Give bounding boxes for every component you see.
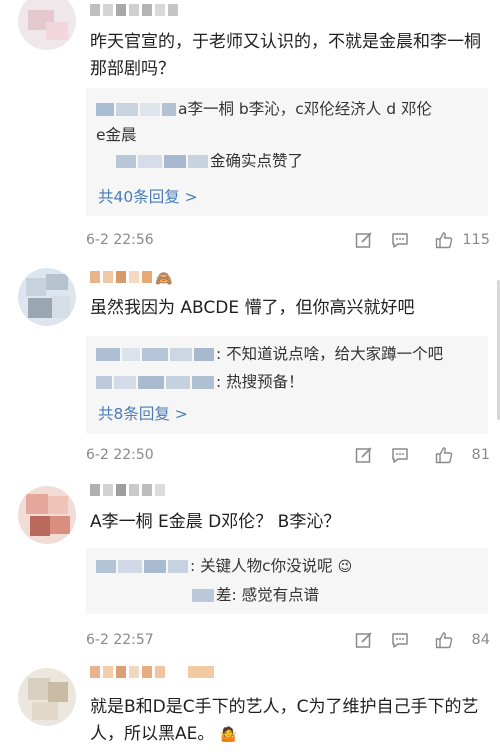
edit-icon[interactable] xyxy=(354,445,374,465)
reply-item[interactable]: : 热搜预备！ xyxy=(96,370,478,394)
username-blurred[interactable] xyxy=(116,155,136,168)
more-replies-link[interactable]: 共40条回复 > xyxy=(98,185,198,207)
smile-emoji-icon: 😉 xyxy=(337,559,353,575)
reply-box[interactable]: a李一桐 b李沁，c邓伦经济人 d 邓伦 e金晨 金确实点赞了 共40条回复 > xyxy=(86,88,488,216)
comment-footer: 6-2 22:57 84 xyxy=(86,628,490,652)
avatar[interactable] xyxy=(18,0,76,50)
comment-icon[interactable] xyxy=(390,630,410,650)
thumbs-up-icon[interactable] xyxy=(434,445,454,465)
username-blurred[interactable] xyxy=(192,589,214,602)
like-count: 81 xyxy=(471,447,490,463)
comment-footer: 6-2 22:50 81 xyxy=(86,443,490,467)
comment-text: 昨天官宣的，于老师又认识的，不就是金晨和李一桐那部剧吗？ xyxy=(90,32,481,79)
comment-text: 虽然我因为 ABCDE 懵了，但你高兴就好吧 xyxy=(90,298,415,318)
more-replies-link[interactable]: 共8条回复 > xyxy=(98,402,188,424)
avatar[interactable] xyxy=(18,486,76,544)
avatar[interactable] xyxy=(18,268,76,326)
edit-icon[interactable] xyxy=(354,230,374,250)
comment-icon[interactable] xyxy=(390,230,410,250)
comment-icon[interactable] xyxy=(390,445,410,465)
edit-icon[interactable] xyxy=(354,630,374,650)
avatar[interactable] xyxy=(18,668,76,726)
comment-text: A李一桐 E金晨 D邓伦？ B李沁？ xyxy=(90,512,341,532)
emoji-icon: 🤷 xyxy=(219,727,238,743)
username-blurred[interactable] xyxy=(96,103,114,116)
reply-text: : 关键人物c你没说呢 xyxy=(190,557,333,575)
reply-text: : 热搜预备！ xyxy=(216,373,304,391)
username-blurred[interactable] xyxy=(96,560,116,573)
comment-item: 就是B和D是C手下的艺人，C为了维护自己手下的艺人，所以黑AE。 🤷 xyxy=(0,660,500,752)
thumbs-up-icon[interactable] xyxy=(434,630,454,650)
emoji-icon: 🙈 xyxy=(155,271,173,287)
username-blurred[interactable] xyxy=(96,348,120,361)
username-blurred[interactable] xyxy=(96,376,112,389)
timestamp: 6-2 22:50 xyxy=(86,447,154,463)
reply-item[interactable]: 差: 感觉有点谱 xyxy=(96,583,478,607)
reply-item[interactable]: a李一桐 b李沁，c邓伦经济人 d 邓伦 xyxy=(96,97,478,121)
username-blurred[interactable]: 🙈 xyxy=(90,271,173,287)
reply-text-continued: e金晨 xyxy=(96,126,137,144)
reply-text: a李一桐 b李沁，c邓伦经济人 d 邓伦 xyxy=(178,100,432,118)
comment-footer: 6-2 22:56 115 xyxy=(86,228,490,252)
comment-item: 昨天官宣的，于老师又认识的，不就是金晨和李一桐那部剧吗？ a李一桐 b李沁，c邓… xyxy=(0,0,500,255)
comment-item: A李一桐 E金晨 D邓伦？ B李沁？ : 关键人物c你没说呢 😉 差: 感觉有点… xyxy=(0,478,500,658)
comment-text: 就是B和D是C手下的艺人，C为了维护自己手下的艺人，所以黑AE。 🤷 xyxy=(90,694,486,749)
reply-item[interactable]: : 不知道说点啥，给大家蹲一个吧 xyxy=(96,342,478,366)
like-count: 115 xyxy=(462,232,490,248)
reply-text: 金确实点赞了 xyxy=(210,152,304,170)
thumbs-up-icon[interactable] xyxy=(434,230,454,250)
reply-item[interactable]: 金确实点赞了 xyxy=(96,149,478,173)
reply-box[interactable]: : 不知道说点啥，给大家蹲一个吧 : 热搜预备！ 共8条回复 > xyxy=(86,336,488,434)
username-blurred[interactable] xyxy=(90,484,165,498)
like-count: 84 xyxy=(471,632,490,648)
reply-box[interactable]: : 关键人物c你没说呢 😉 差: 感觉有点谱 xyxy=(86,548,488,614)
reply-text: : 不知道说点啥，给大家蹲一个吧 xyxy=(216,345,444,363)
reply-text: 差: 感觉有点谱 xyxy=(216,586,320,604)
comment-item: 🙈 虽然我因为 ABCDE 懵了，但你高兴就好吧 : 不知道说点啥，给大家蹲一个… xyxy=(0,262,500,482)
reply-item[interactable]: : 关键人物c你没说呢 😉 xyxy=(96,554,478,579)
username-blurred[interactable] xyxy=(90,666,214,680)
username-blurred[interactable] xyxy=(90,4,178,18)
timestamp: 6-2 22:56 xyxy=(86,232,154,248)
timestamp: 6-2 22:57 xyxy=(86,632,154,648)
